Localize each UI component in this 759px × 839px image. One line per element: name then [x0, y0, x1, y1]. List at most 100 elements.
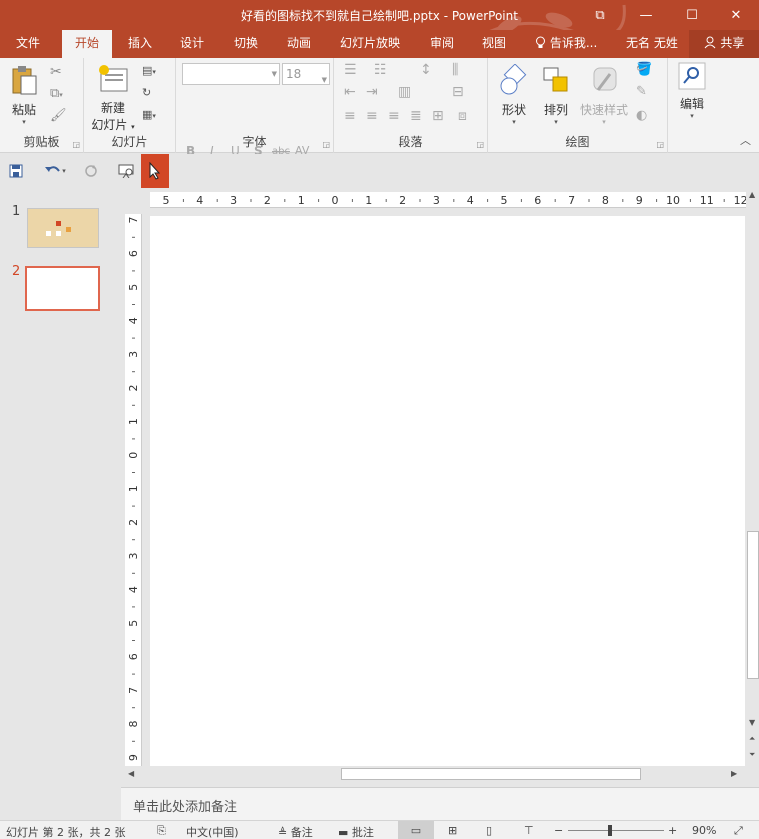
save-button[interactable]	[4, 154, 28, 188]
redo-button[interactable]	[80, 154, 102, 188]
ruler-tick-mark	[588, 199, 590, 202]
numbering-icon[interactable]: ☷	[374, 62, 387, 78]
ruler-tick-mark	[132, 539, 135, 541]
tab-animations[interactable]: 动画	[275, 30, 323, 58]
paragraph-launcher-icon[interactable]: ◲	[476, 140, 484, 149]
font-name-dropdown-icon[interactable]: ▼	[272, 70, 277, 78]
tab-design[interactable]: 设计	[168, 30, 216, 58]
vertical-scrollbar[interactable]: ▲ ▼ ⏶ ⏷	[746, 188, 759, 768]
notes-button[interactable]: ≜ 备注	[278, 824, 313, 839]
layout-icon[interactable]: ▤▾	[142, 64, 156, 77]
zoom-level[interactable]: 90%	[692, 824, 716, 837]
previous-slide-icon[interactable]: ⏶	[749, 734, 755, 744]
zoom-out-icon[interactable]: −	[554, 824, 563, 837]
scroll-left-icon[interactable]: ◀	[128, 769, 134, 778]
fit-slide-icon[interactable]: ⤢	[734, 824, 743, 838]
collapse-ribbon-icon[interactable]: ︿	[740, 132, 751, 148]
ribbon-display-options-button[interactable]: ⧉	[577, 0, 623, 30]
copy-icon[interactable]: ⧉▾	[50, 86, 63, 101]
zoom-slider-knob[interactable]	[608, 825, 612, 836]
ruler-tick-mark	[132, 740, 135, 742]
align-text-icon[interactable]: ⊟	[452, 84, 464, 100]
align-left-icon[interactable]: ≡	[344, 108, 356, 124]
reading-view-icon[interactable]: ▯	[486, 824, 492, 837]
editing-button[interactable]: 编辑 ▾	[676, 62, 708, 120]
distribute-icon[interactable]: ⊞	[432, 108, 444, 124]
format-painter-icon[interactable]: 🖌	[50, 108, 67, 123]
tab-slideshow[interactable]: 幻灯片放映	[334, 30, 406, 58]
text-direction-icon[interactable]: ⫼	[452, 62, 458, 78]
notes-pane[interactable]: 单击此处添加备注	[121, 787, 759, 820]
tab-review[interactable]: 审阅	[418, 30, 466, 58]
language-indicator[interactable]: 中文(中国)	[186, 824, 239, 839]
thumb-mark	[66, 227, 71, 232]
horizontal-scroll-thumb[interactable]	[341, 768, 641, 780]
cut-icon[interactable]: ✂	[50, 64, 62, 80]
share-button[interactable]: 共享	[689, 30, 759, 58]
line-spacing-icon[interactable]: ↕	[420, 62, 432, 78]
clipboard-launcher-icon[interactable]: ◲	[72, 140, 80, 149]
shapes-button[interactable]: 形状 ▾	[496, 63, 532, 126]
ruler-tick-label: 7	[127, 687, 140, 694]
scroll-up-icon[interactable]: ▲	[749, 190, 755, 199]
columns-icon[interactable]: ▥	[398, 84, 411, 100]
arrange-button[interactable]: 排列 ▾	[538, 64, 574, 126]
start-slideshow-button[interactable]	[114, 154, 140, 188]
slideshow-view-icon[interactable]: ⊤	[524, 824, 534, 837]
ribbon-tabs: 文件 开始 插入 设计 切换 动画 幻灯片放映 审阅 视图 告诉我... 无名 …	[0, 30, 759, 58]
font-name-box[interactable]: ▼	[182, 63, 280, 85]
tell-me-box[interactable]: 告诉我...	[535, 30, 597, 58]
decrease-indent-icon[interactable]: ⇤	[344, 84, 356, 100]
font-size-box[interactable]: 18 ▼	[282, 63, 330, 85]
horizontal-scrollbar[interactable]: ◀ ▶	[125, 767, 742, 781]
tab-view[interactable]: 视图	[470, 30, 518, 58]
new-slide-button[interactable]: 新建 幻灯片 ▾	[89, 64, 137, 133]
slide-thumbnail-2[interactable]	[25, 266, 100, 311]
ruler-tick-label: 7	[127, 217, 140, 224]
tab-home[interactable]: 开始	[62, 30, 112, 58]
vertical-ruler-ticks: 7 6 5 4 3 2 1 0 1 2 3 4 5 6 7 8 9	[127, 217, 140, 762]
ruler-tick-label: 9	[636, 194, 643, 207]
paste-button[interactable]: 粘贴 ▾	[6, 64, 42, 126]
zoom-in-icon[interactable]: +	[668, 824, 677, 837]
font-size-dropdown-icon[interactable]: ▼	[322, 70, 327, 90]
customize-qat-button[interactable]	[141, 154, 169, 188]
shapes-label: 形状	[501, 103, 526, 117]
section-icon[interactable]: ▦▾	[142, 108, 156, 121]
slide-sorter-icon[interactable]: ⊞	[448, 824, 457, 837]
vertical-scroll-thumb[interactable]	[747, 531, 759, 679]
slide-thumbnail-1[interactable]	[27, 208, 99, 248]
comments-button[interactable]: ▬ 批注	[338, 824, 374, 839]
drawing-launcher-icon[interactable]: ◲	[656, 140, 664, 149]
align-right-icon[interactable]: ≡	[388, 108, 400, 124]
editing-group[interactable]: 编辑 ▾	[668, 58, 714, 153]
tab-insert[interactable]: 插入	[116, 30, 164, 58]
maximize-button[interactable]: ☐	[669, 0, 715, 30]
scroll-right-icon[interactable]: ▶	[731, 769, 737, 778]
align-center-icon[interactable]: ≡	[366, 108, 378, 124]
lightbulb-icon	[536, 36, 545, 48]
font-launcher-icon[interactable]: ◲	[322, 140, 330, 149]
shape-outline-icon[interactable]: ✎	[636, 84, 647, 99]
quick-styles-button[interactable]: 快速样式 ▾	[578, 64, 630, 126]
zoom-slider[interactable]	[568, 830, 664, 831]
shape-effects-icon[interactable]: ◐	[636, 108, 647, 123]
shape-fill-icon[interactable]: 🪣	[636, 62, 652, 77]
increase-indent-icon[interactable]: ⇥	[366, 84, 378, 100]
spellcheck-icon[interactable]: ⎘	[157, 824, 166, 838]
smartart-icon[interactable]: ⧈	[458, 108, 467, 124]
tab-file[interactable]: 文件	[0, 30, 56, 58]
close-button[interactable]: ✕	[713, 0, 759, 30]
reset-icon[interactable]: ↻	[142, 86, 151, 99]
slide-canvas[interactable]	[150, 216, 745, 766]
normal-view-icon[interactable]: ▭	[398, 821, 434, 839]
bullets-icon[interactable]: ☰	[344, 62, 357, 78]
ruler-tick-label: 6	[534, 194, 541, 207]
scroll-down-icon[interactable]: ▼	[749, 718, 755, 727]
undo-button[interactable]: ▾	[38, 154, 72, 188]
minimize-button[interactable]: —	[623, 0, 669, 30]
tab-transitions[interactable]: 切换	[222, 30, 270, 58]
next-slide-icon[interactable]: ⏷	[749, 750, 755, 760]
user-name[interactable]: 无名 无姓	[626, 30, 678, 58]
justify-icon[interactable]: ≣	[410, 108, 422, 124]
